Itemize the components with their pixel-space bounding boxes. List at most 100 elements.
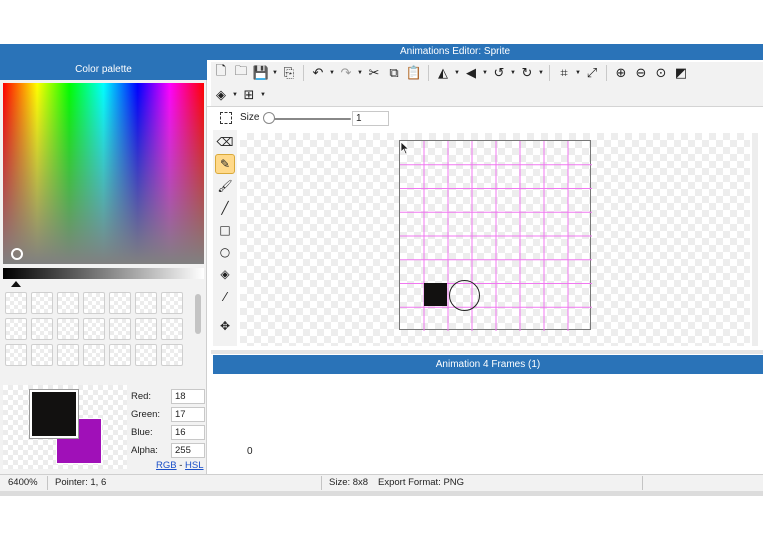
cut-icon[interactable]: ✂ [364, 63, 384, 83]
blue-field[interactable]: 16 [171, 425, 205, 440]
spectrum-picker-handle[interactable] [11, 248, 23, 260]
size-slider-knob[interactable] [263, 112, 275, 124]
toolbar-row-1: 🗋 🗀 💾 ▼ ⎘ ↶ ▼ ↷ ▼ ✂ ⧉ 📋 ◭ ▼ ◀ ▼ ↺ ▼ ↻ ▼ … [211, 63, 691, 83]
color-palette-panel: Color palette Red: 18 Green: 17 Blue: 16 Al… [0, 60, 207, 474]
palette-swatch[interactable] [83, 292, 105, 314]
save-dropdown-chevron-icon[interactable]: ▼ [271, 70, 279, 76]
frame-number[interactable]: 0 [247, 446, 253, 457]
paste-icon[interactable]: 📋 [404, 63, 424, 83]
palette-swatch[interactable] [31, 318, 53, 340]
toggle-bg-icon[interactable]: ◩ [671, 63, 691, 83]
color-mode-links: RGB - HSL [156, 460, 204, 471]
palette-swatch[interactable] [5, 318, 27, 340]
palette-swatch[interactable] [57, 318, 79, 340]
rotate-left-icon[interactable]: ↺ [489, 63, 509, 83]
palette-swatch[interactable] [109, 292, 131, 314]
toolbar-row-2: ◈ ▼ ⊞ ▼ [211, 85, 267, 105]
color-spectrum[interactable] [3, 83, 204, 264]
brush-cursor [449, 280, 480, 311]
palette-swatch[interactable] [5, 344, 27, 366]
alpha-field[interactable]: 255 [171, 443, 205, 458]
toolbar-divider [207, 106, 763, 107]
toolbar-separator [303, 65, 304, 81]
undo-dropdown-chevron-icon[interactable]: ▼ [328, 70, 336, 76]
canvas-scrollbar[interactable] [752, 133, 758, 346]
flip-horizontal-chevron-icon[interactable]: ▼ [453, 70, 461, 76]
palette-swatch[interactable] [57, 344, 79, 366]
hsl-mode-link[interactable]: HSL [185, 460, 203, 471]
green-field[interactable]: 17 [171, 407, 205, 422]
crop-icon[interactable]: ⌗ [554, 63, 574, 83]
blue-label: Blue: [131, 427, 153, 438]
palette-swatch[interactable] [83, 344, 105, 366]
size-input[interactable]: 1 [352, 111, 389, 126]
animation-panel-title: Animation 4 Frames (1) [213, 355, 763, 374]
foreground-color-well[interactable] [29, 389, 79, 439]
zoom-fit-icon[interactable]: ⊙ [651, 63, 671, 83]
eraser-icon[interactable]: ⌫ [215, 132, 235, 152]
save-icon[interactable]: 💾 [251, 63, 271, 83]
zoom-in-icon[interactable]: ⊕ [611, 63, 631, 83]
red-field[interactable]: 18 [171, 389, 205, 404]
palette-swatch[interactable] [57, 292, 79, 314]
layers-chevron-icon[interactable]: ▼ [231, 92, 239, 98]
crop-chevron-icon[interactable]: ▼ [574, 70, 582, 76]
pencil-icon[interactable]: ✎ [215, 154, 235, 174]
palette-swatch[interactable] [109, 344, 131, 366]
palette-swatch[interactable] [31, 292, 53, 314]
transform-icon[interactable]: ✥ [215, 316, 235, 336]
palette-swatch[interactable] [31, 344, 53, 366]
rotate-left-chevron-icon[interactable]: ▼ [509, 70, 517, 76]
palette-swatch[interactable] [5, 292, 27, 314]
alpha-label: Alpha: [131, 445, 158, 456]
export-format: Export Format: PNG [378, 477, 465, 488]
toolbar-separator [606, 65, 607, 81]
line-icon[interactable]: ╱ [215, 198, 235, 218]
export-icon[interactable]: ⎘ [279, 63, 299, 83]
palette-swatch[interactable] [135, 344, 157, 366]
flip-vertical-chevron-icon[interactable]: ▼ [481, 70, 489, 76]
size-slider-track[interactable] [269, 118, 351, 120]
palette-scrollbar[interactable] [195, 294, 201, 334]
palette-swatch[interactable] [83, 318, 105, 340]
pointer-position: Pointer: 1, 6 [55, 477, 107, 488]
resize-icon[interactable]: ⤢ [582, 63, 602, 83]
rotate-right-icon[interactable]: ↻ [517, 63, 537, 83]
grid-chevron-icon[interactable]: ▼ [259, 92, 267, 98]
redo-dropdown-chevron-icon[interactable]: ▼ [356, 70, 364, 76]
copy-icon[interactable]: ⧉ [384, 63, 404, 83]
palette-swatch[interactable] [135, 318, 157, 340]
selection-icon[interactable] [220, 112, 232, 124]
ellipse-icon[interactable]: ○ [215, 242, 235, 262]
palette-swatch[interactable] [135, 292, 157, 314]
new-file-icon[interactable]: 🗋 [211, 63, 231, 83]
palette-swatch-grid [5, 292, 190, 382]
window-title-bar: Animations Editor: Sprite [0, 44, 763, 60]
palette-swatch[interactable] [161, 344, 183, 366]
pane-divider[interactable] [211, 350, 763, 354]
palette-swatch[interactable] [161, 318, 183, 340]
rectangle-icon[interactable]: □ [215, 220, 235, 240]
painted-pixel [424, 283, 447, 306]
redo-icon[interactable]: ↷ [336, 63, 356, 83]
brightness-slider[interactable] [3, 268, 204, 279]
undo-icon[interactable]: ↶ [308, 63, 328, 83]
pixel-grid[interactable] [399, 140, 592, 331]
flip-horizontal-icon[interactable]: ◭ [433, 63, 453, 83]
palette-swatch[interactable] [109, 318, 131, 340]
palette-swatch[interactable] [161, 292, 183, 314]
drawing-tools: ⌫ ✎ 🖌 ╱ □ ○ ◈ ⁄ ✥ [213, 130, 237, 346]
rotate-right-chevron-icon[interactable]: ▼ [537, 70, 545, 76]
status-bar: 6400% Pointer: 1, 6 Size: 8x8 Export For… [0, 474, 763, 491]
brush-icon[interactable]: 🖌 [215, 176, 235, 196]
rgb-mode-link[interactable]: RGB [156, 460, 177, 471]
fill-icon[interactable]: ◈ [215, 264, 235, 284]
zoom-out-icon[interactable]: ⊖ [631, 63, 651, 83]
open-folder-icon[interactable]: 🗀 [231, 63, 251, 83]
flip-vertical-icon[interactable]: ◀ [461, 63, 481, 83]
brightness-slider-marker[interactable] [11, 281, 21, 287]
grid-toggle-icon[interactable]: ⊞ [239, 85, 259, 105]
layers-icon[interactable]: ◈ [211, 85, 231, 105]
drawing-canvas-area [240, 133, 750, 346]
eyedropper-icon[interactable]: ⁄ [215, 287, 235, 307]
